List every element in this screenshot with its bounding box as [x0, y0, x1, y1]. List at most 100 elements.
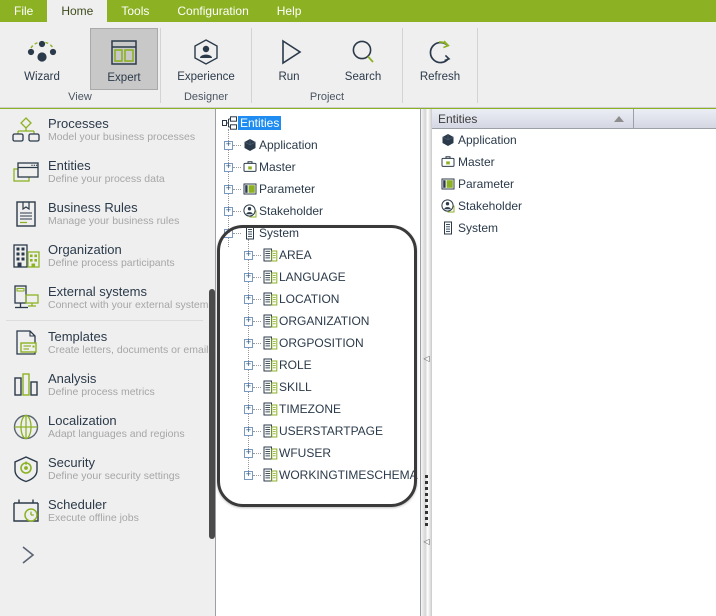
processes-hierarchy-icon [10, 116, 44, 144]
sidebar-item-security[interactable]: Security Define your security settings [0, 448, 215, 490]
tree-node-stakeholder[interactable]: + Stakeholder [216, 200, 420, 222]
ribbon-group-view-label: View [68, 91, 92, 103]
sidebar-item-processes[interactable]: Processes Model your business processes [0, 109, 215, 151]
menu-item-file[interactable]: File [0, 0, 47, 22]
scheduler-calendar-clock-icon [10, 497, 44, 525]
list-item[interactable]: System [432, 217, 716, 239]
localization-globe-icon [10, 413, 44, 441]
tree-node-organization-label: ORGANIZATION [279, 314, 370, 328]
menu-item-help[interactable]: Help [263, 0, 316, 22]
refresh-button-label: Refresh [419, 71, 461, 83]
list-item[interactable]: Master [432, 151, 716, 173]
wizard-network-icon [24, 34, 60, 70]
tree-node-system[interactable]: - System [216, 222, 420, 244]
tree-node-location[interactable]: + LOCATION [216, 288, 420, 310]
tree-dotline [253, 364, 261, 366]
sidebar-item-templates[interactable]: Templates Create letters, documents or e… [0, 322, 215, 364]
sidebar-item-analysis[interactable]: Analysis Define process metrics [0, 364, 215, 406]
tree-node-userstartpage[interactable]: + USERSTARTPAGE [216, 420, 420, 442]
main-content: Processes Model your business processes … [0, 108, 716, 616]
vertical-splitter[interactable]: ◁ ◁ [421, 108, 432, 616]
chevron-right-icon [22, 546, 35, 564]
tree-dotline [253, 430, 261, 432]
entities-tree-panel: Entities + Application + Master + Parame… [215, 108, 421, 616]
menu-item-tools[interactable]: Tools [107, 0, 163, 22]
sidebar-item-entities[interactable]: Entities Define your process data [0, 151, 215, 193]
tree-expander-workingtimeschema[interactable]: + [244, 470, 253, 480]
sidebar-expand-button[interactable] [0, 532, 215, 578]
entities-window-icon [10, 158, 44, 186]
wizard-button[interactable]: Wizard [8, 28, 76, 90]
external-systems-server-icon [10, 284, 44, 312]
tree-node-language[interactable]: + LANGUAGE [216, 266, 420, 288]
tree-expander-area[interactable]: + [244, 250, 253, 260]
sidebar-item-business-rules-subtitle: Manage your business rules [48, 215, 180, 227]
splitter-collapse-bottom-arrow[interactable]: ◁ [423, 537, 430, 546]
tree-node-role[interactable]: + ROLE [216, 354, 420, 376]
grid-header-filler [634, 109, 716, 128]
search-button[interactable]: Search [326, 28, 400, 90]
tree-expander-orgposition[interactable]: + [244, 338, 253, 348]
tree-expander-parameter[interactable]: + [224, 184, 233, 194]
list-item[interactable]: Stakeholder [432, 195, 716, 217]
entities-list-panel: Entities Application Master Parameter St… [432, 108, 716, 616]
tree-node-organization[interactable]: + ORGANIZATION [216, 310, 420, 332]
expert-button[interactable]: Expert [90, 28, 158, 90]
tree-node-orgposition-label: ORGPOSITION [279, 336, 364, 350]
tree-node-master[interactable]: + Master [216, 156, 420, 178]
tree-node-entities-root-label: Entities [238, 116, 282, 130]
business-rules-document-icon [10, 200, 44, 228]
tree-node-skill[interactable]: + SKILL [216, 376, 420, 398]
menu-item-home[interactable]: Home [47, 0, 108, 22]
experience-button[interactable]: Experience [161, 28, 251, 90]
tree-node-parameter[interactable]: + Parameter [216, 178, 420, 200]
ribbon-separator-4 [477, 28, 478, 103]
grid-column-header-entities[interactable]: Entities [432, 109, 634, 128]
tree-expander-userstartpage[interactable]: + [244, 426, 253, 436]
tree-dotline [253, 386, 261, 388]
sidebar-item-scheduler[interactable]: Scheduler Execute offline jobs [0, 490, 215, 532]
tree-node-system-label: System [259, 226, 300, 240]
run-button[interactable]: Run [252, 28, 326, 90]
tree-expander-language[interactable]: + [244, 272, 253, 282]
parameter-panel-icon [438, 177, 458, 191]
expert-panels-icon [107, 35, 141, 71]
tree-expander-application[interactable]: + [224, 140, 233, 150]
tree-dotline [253, 474, 261, 476]
tree-dotline [253, 342, 261, 344]
expert-button-label: Expert [107, 72, 141, 84]
list-item[interactable]: Application [432, 129, 716, 151]
splitter-collapse-top-arrow[interactable]: ◁ [423, 354, 430, 363]
tree-node-workingtimeschema[interactable]: + WORKINGTIMESCHEMA [216, 464, 420, 486]
sidebar-item-localization[interactable]: Localization Adapt languages and regions [0, 406, 215, 448]
tree-expander-organization[interactable]: + [244, 316, 253, 326]
tree-node-application[interactable]: + Application [216, 134, 420, 156]
tree-node-area[interactable]: + AREA [216, 244, 420, 266]
list-item[interactable]: Parameter [432, 173, 716, 195]
stakeholder-person-icon [438, 199, 458, 213]
tree-node-entities-root[interactable]: Entities [216, 112, 420, 134]
sidebar-item-business-rules[interactable]: Business Rules Manage your business rule… [0, 193, 215, 235]
menu-item-configuration[interactable]: Configuration [163, 0, 262, 22]
tree-expander-role[interactable]: + [244, 360, 253, 370]
ribbon-group-project: Run Search Project [252, 22, 402, 108]
tree-expander-wfuser[interactable]: + [244, 448, 253, 458]
tree-node-wfuser[interactable]: + WFUSER [216, 442, 420, 464]
tree-expander-stakeholder[interactable]: + [224, 206, 233, 216]
tree-expander-system[interactable]: - [224, 228, 233, 238]
tree-node-role-label: ROLE [279, 358, 312, 372]
tree-expander-skill[interactable]: + [244, 382, 253, 392]
tree-expander-master[interactable]: + [224, 162, 233, 172]
sidebar-item-external-systems[interactable]: External systems Connect with your exter… [0, 277, 215, 319]
grid-header-row: Entities [432, 109, 716, 129]
tree-dotline [253, 452, 261, 454]
tree-node-timezone[interactable]: + TIMEZONE [216, 398, 420, 420]
tree-expander-timezone[interactable]: + [244, 404, 253, 414]
sidebar-item-organization[interactable]: Organization Define process participants [0, 235, 215, 277]
list-item-label: Master [458, 155, 495, 169]
tree-expander-location[interactable]: + [244, 294, 253, 304]
tree-node-orgposition[interactable]: + ORGPOSITION [216, 332, 420, 354]
refresh-button[interactable]: Refresh [403, 28, 477, 90]
table-entity-icon [261, 248, 279, 262]
splitter-grip[interactable] [425, 475, 428, 529]
